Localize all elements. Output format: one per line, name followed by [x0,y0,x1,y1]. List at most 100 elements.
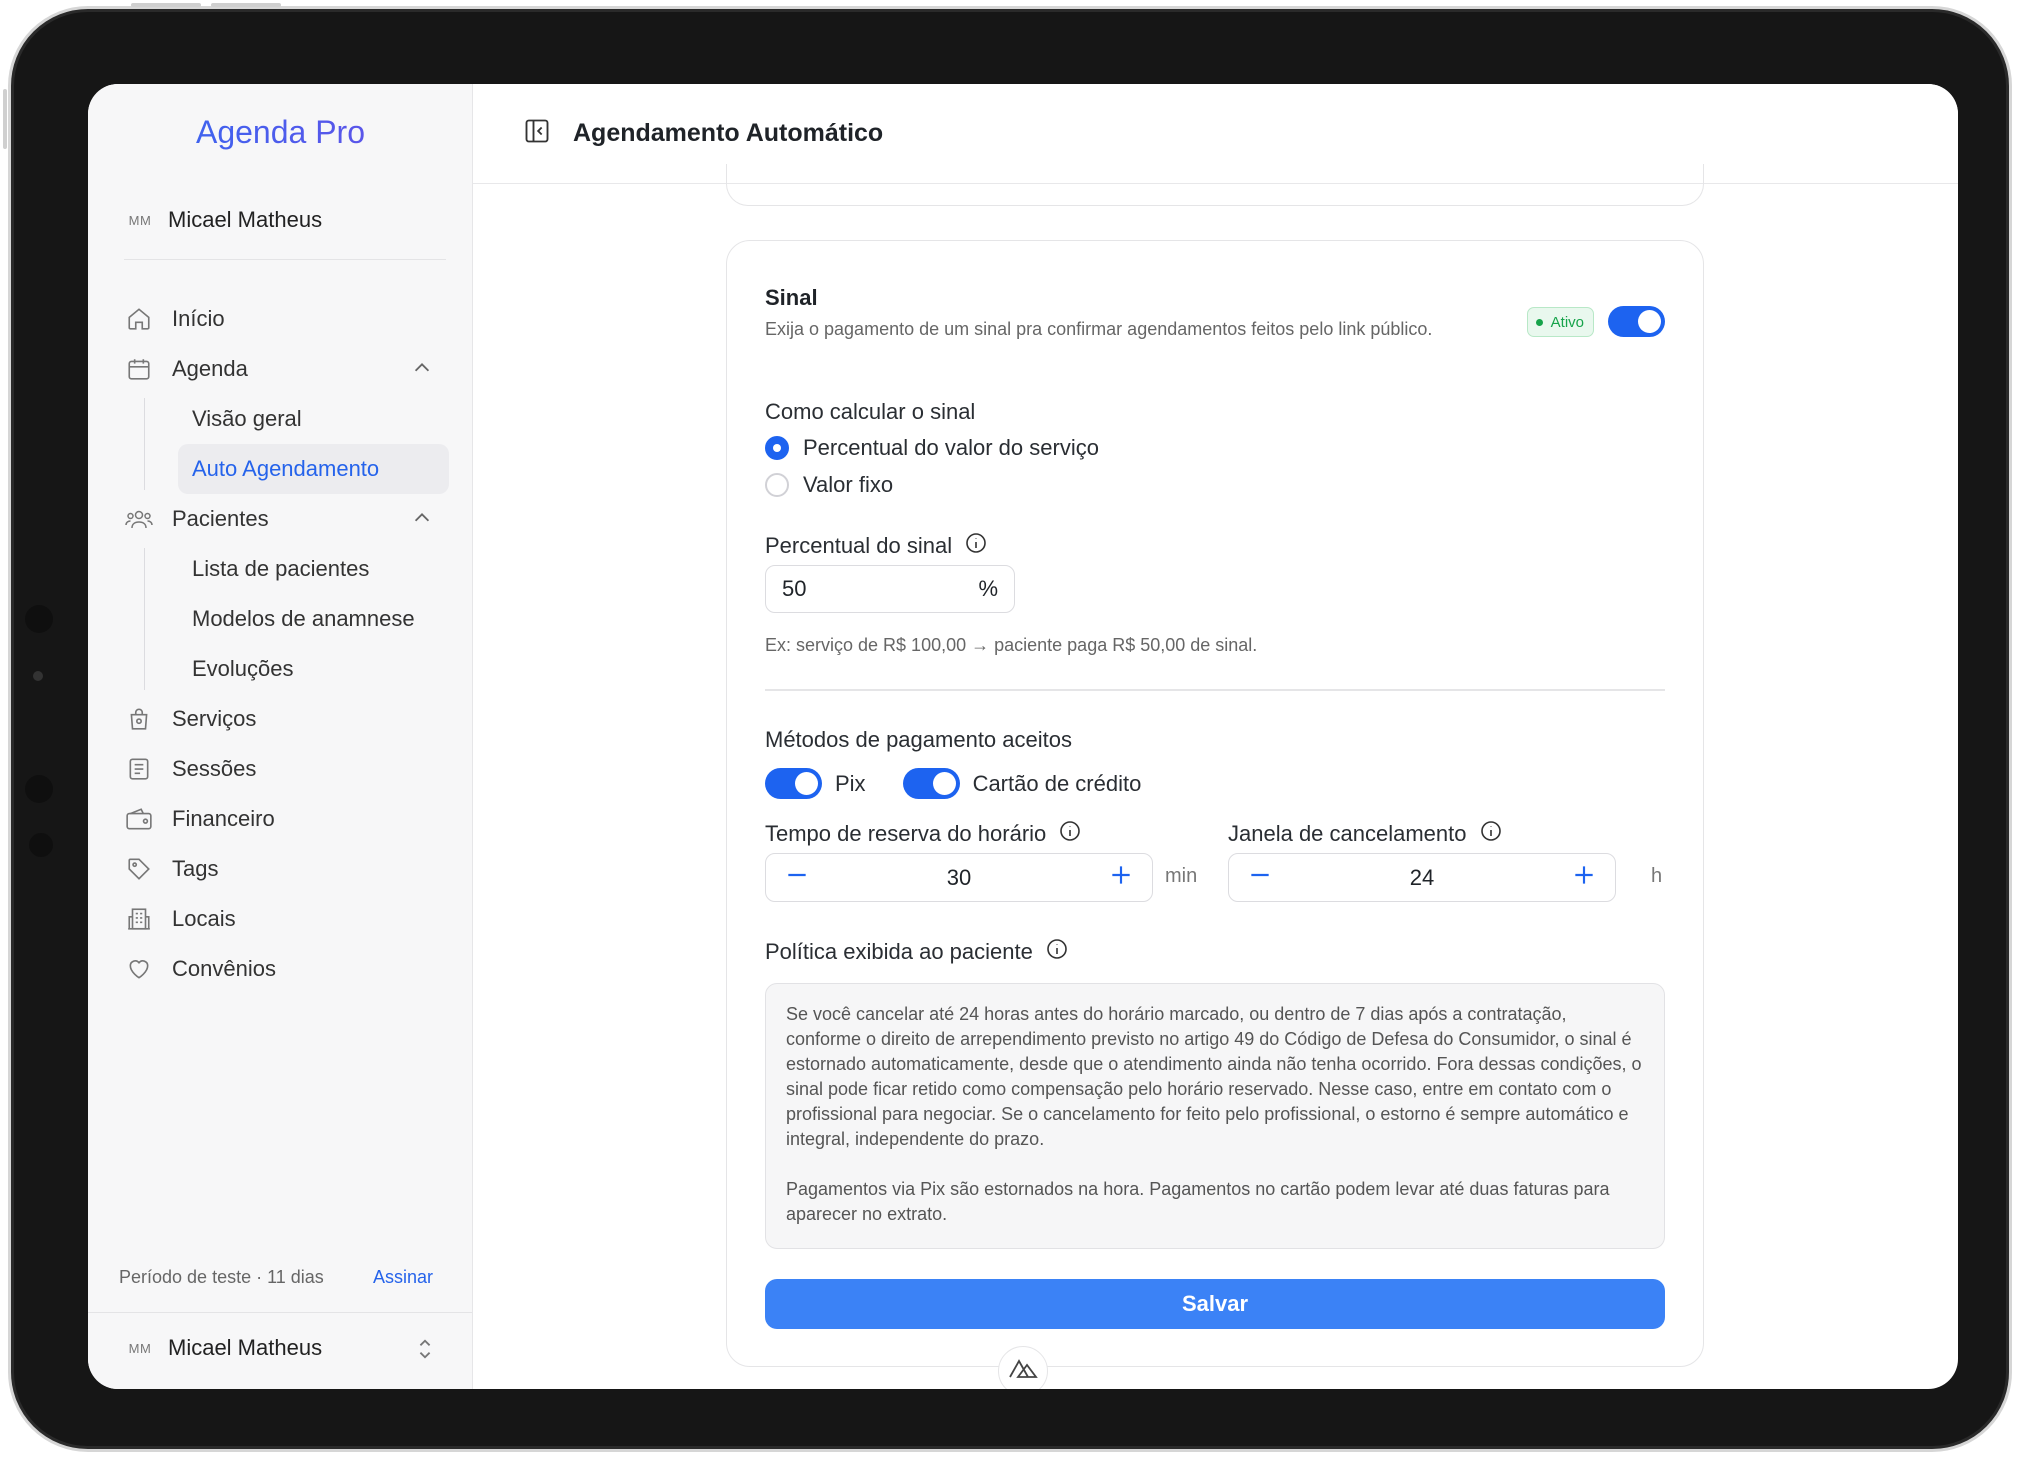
reserve-unit: min [1165,865,1198,887]
status-dot [1535,318,1543,326]
sidebar-item-label: Convênios [172,956,276,981]
radio-option-percent[interactable]: Percentual do valor do serviço [765,429,1099,466]
user-name: Micael Matheus [168,1335,323,1360]
sidebar-item-locais[interactable]: Locais [124,894,449,944]
info-icon[interactable] [1058,819,1082,849]
sidebar-item-auto-agendamento[interactable]: Auto Agendamento [178,444,449,494]
side-speaker [25,605,53,633]
reserve-stepper: 30 [765,853,1153,902]
sidebar-item-inicio[interactable]: Início [124,294,449,344]
method-credit-card[interactable]: Cartão de crédito [902,768,1141,799]
reserve-label-row: Tempo de reserva do horário [765,819,1082,849]
sidebar-item-label: Visão geral [192,406,302,431]
camera-icon [33,671,43,681]
sidebar: Agenda Pro MM Micael Matheus Início Agen… [88,84,473,1389]
minus-icon[interactable] [784,862,810,894]
radio-selected[interactable] [765,435,789,460]
sidebar-toggle-icon[interactable] [523,117,551,150]
section-divider [765,689,1665,691]
sidebar-item-label: Agenda [172,356,248,381]
sidebar-item-pacientes[interactable]: Pacientes [124,494,449,544]
sidebar-item-agenda[interactable]: Agenda [124,344,449,394]
percent-label-row: Percentual do sinal [765,531,988,561]
sidebar-item-label: Início [172,306,225,331]
plus-icon[interactable] [1108,862,1134,894]
home-icon [124,304,154,334]
avatar: MM [128,212,152,228]
sidebar-item-visao-geral[interactable]: Visão geral [178,394,449,444]
policy-label: Política exibida ao paciente [765,939,1033,964]
sidebar-item-label: Modelos de anamnese [192,606,415,631]
plus-icon[interactable] [1571,862,1597,894]
sidebar-item-lista-pacientes[interactable]: Lista de pacientes [178,544,449,594]
minus-icon[interactable] [1247,862,1273,894]
sidebar-item-financeiro[interactable]: Financeiro [124,794,449,844]
info-icon[interactable] [964,531,988,561]
subscribe-link[interactable]: Assinar [373,1267,433,1288]
info-icon[interactable] [1479,819,1503,849]
percent-input[interactable]: 50 % [765,565,1015,613]
user-switcher[interactable]: MM Micael Matheus [126,1334,436,1362]
brand-logo[interactable]: Agenda Pro [88,114,473,151]
calc-method-radio-group: Percentual do valor do serviço Valor fix… [765,429,1099,503]
cancel-window-value[interactable]: 24 [1273,865,1571,891]
sidebar-item-convenios[interactable]: Convênios [124,944,449,994]
sidebar-item-label: Lista de pacientes [192,556,370,581]
sidebar-item-modelos-anamnese[interactable]: Modelos de anamnese [178,594,449,644]
sidebar-item-label: Evoluções [192,656,294,681]
pacientes-submenu: Lista de pacientes Modelos de anamnese E… [124,544,449,694]
sidebar-item-label: Tags [172,856,219,881]
percent-hint: Ex: serviço de R$ 100,00 → paciente paga… [765,635,1258,655]
app-logo-icon[interactable] [998,1346,1048,1389]
side-sensor-2 [29,833,53,857]
info-icon[interactable] [1045,937,1069,967]
method-pix[interactable]: Pix [765,768,866,799]
sidebar-item-servicos[interactable]: Serviços [124,694,449,744]
sidebar-item-label: Auto Agendamento [192,456,380,481]
sidebar-divider [124,259,446,260]
volume-button-2 [211,3,281,7]
cancel-window-stepper: 24 [1228,853,1616,902]
volume-button [131,3,201,7]
chevron-up-icon[interactable] [411,357,433,385]
radio-option-fixed[interactable]: Valor fixo [765,466,1099,503]
calc-method-label: Como calcular o sinal [765,399,976,424]
status-badge-label: Ativo [1550,313,1584,331]
percent-unit: % [978,576,998,601]
section-title: Sinal [765,285,818,310]
pix-toggle[interactable] [765,768,822,799]
app-screen: Agenda Pro MM Micael Matheus Início Agen… [88,84,1958,1389]
chevron-up-icon[interactable] [411,507,433,535]
percent-label: Percentual do sinal [765,533,953,558]
deposit-toggle[interactable] [1608,306,1665,337]
radio-unselected[interactable] [765,472,789,497]
policy-label-row: Política exibida ao paciente [765,937,1069,967]
tablet-frame: Agenda Pro MM Micael Matheus Início Agen… [3,3,2012,1452]
previous-card [726,164,1704,206]
user-profile-top[interactable]: MM Micael Matheus [126,206,322,234]
sidebar-item-label: Sessões [172,756,257,781]
deposit-settings-card: Sinal Exija o pagamento de um sinal pra … [726,240,1704,1367]
sidebar-item-evolucoes[interactable]: Evoluções [178,644,449,694]
wallet-icon [124,804,154,834]
building-icon [124,904,154,934]
credit-card-toggle[interactable] [902,768,960,799]
sidebar-item-label: Financeiro [172,806,275,831]
reserve-label: Tempo de reserva do horário [765,821,1047,846]
cancel-label-row: Janela de cancelamento [1228,819,1503,849]
sidebar-footer-divider [88,1312,472,1313]
policy-textarea[interactable]: Se você cancelar até 24 horas antes do h… [765,983,1665,1249]
sidebar-nav: Início Agenda Visão geral Auto Agendamen… [124,294,449,994]
cancel-window-label: Janela de cancelamento [1228,821,1467,846]
sidebar-item-sessoes[interactable]: Sessões [124,744,449,794]
agenda-submenu: Visão geral Auto Agendamento [124,394,449,494]
page-title: Agendamento Automático [573,119,884,147]
payment-methods: Pix Cartão de crédito [765,768,1178,799]
sidebar-item-label: Pacientes [172,506,269,531]
reserve-value[interactable]: 30 [810,865,1108,891]
save-button[interactable]: Salvar [765,1279,1665,1329]
sidebar-item-label: Serviços [172,706,257,731]
sidebar-item-tags[interactable]: Tags [124,844,449,894]
heart-icon [124,954,154,984]
calendar-icon [124,354,154,384]
